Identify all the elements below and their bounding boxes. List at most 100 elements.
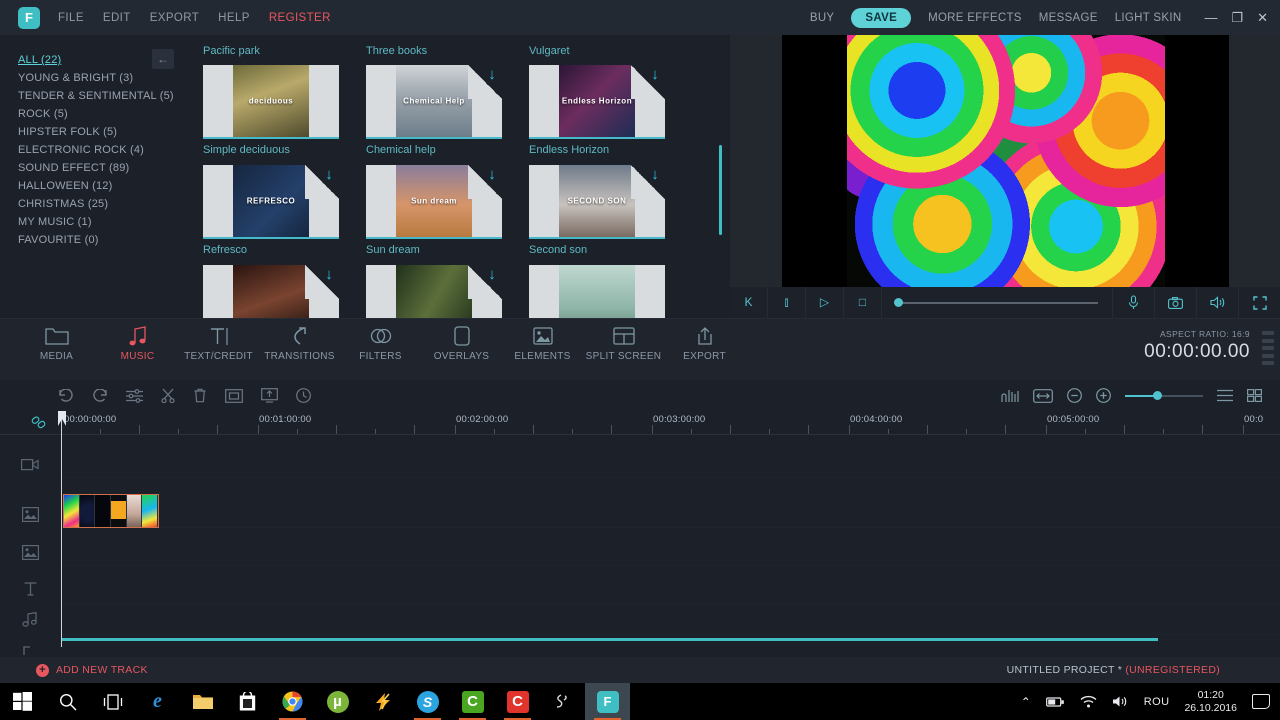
panel-resize-handle[interactable]	[1262, 331, 1274, 365]
music-thumbnail[interactable]	[529, 265, 665, 318]
download-icon[interactable]: ↓	[322, 167, 336, 183]
scrubber-handle[interactable]	[894, 298, 903, 307]
zoom-slider-handle[interactable]	[1153, 390, 1163, 400]
music-item[interactable]: ↓	[203, 265, 339, 318]
sidebar-item-favourite[interactable]: FAVOURITE (0)	[0, 231, 182, 249]
music-item[interactable]: Sun dream ↓ Sun dream	[366, 165, 502, 265]
save-button[interactable]: SAVE	[851, 7, 912, 28]
download-icon[interactable]: ↓	[485, 167, 499, 183]
playback-scrubber[interactable]	[882, 287, 1112, 318]
green-screen-icon[interactable]	[261, 388, 278, 403]
sidebar-item-tender-sentimental[interactable]: TENDER & SENTIMENTAL (5)	[0, 87, 182, 105]
buy-button[interactable]: BUY	[810, 12, 835, 24]
close-icon[interactable]: ✕	[1257, 11, 1268, 24]
tab-overlays[interactable]: OVERLAYS	[421, 325, 502, 362]
volume-icon[interactable]	[1112, 695, 1129, 708]
language-indicator[interactable]: ROU	[1144, 696, 1170, 708]
music-thumbnail[interactable]: ↓	[203, 265, 339, 318]
music-item[interactable]: SECOND SON ↓ Second son	[529, 165, 665, 265]
clock[interactable]: 01:20 26.10.2016	[1184, 689, 1237, 715]
music-item[interactable]: ↓	[366, 265, 502, 318]
music-thumbnail[interactable]: Sun dream ↓	[366, 165, 502, 239]
sidebar-item-hipster-folk[interactable]: HIPSTER FOLK (5)	[0, 123, 182, 141]
redo-icon[interactable]	[92, 388, 108, 403]
next-frame-button[interactable]: ⫾	[768, 287, 806, 318]
previous-frame-button[interactable]: K	[730, 287, 768, 318]
download-icon[interactable]: ↓	[485, 267, 499, 283]
collapse-sidebar-icon[interactable]: ←	[152, 49, 174, 69]
tab-split-screen[interactable]: SPLIT SCREEN	[583, 325, 664, 362]
task-view-button[interactable]	[90, 683, 135, 720]
timeline-clip[interactable]	[63, 494, 159, 528]
delete-trash-icon[interactable]	[193, 388, 207, 403]
sidebar-item-my-music[interactable]: MY MUSIC (1)	[0, 213, 182, 231]
music-item[interactable]: Chemical Help ↓ Chemical help	[366, 65, 502, 165]
message-button[interactable]: MESSAGE	[1039, 12, 1098, 24]
menu-item-file[interactable]: FILE	[58, 12, 84, 24]
skype-button[interactable]: S	[405, 683, 450, 720]
menu-item-edit[interactable]: EDIT	[103, 12, 131, 24]
tab-elements[interactable]: ELEMENTS	[502, 325, 583, 362]
notification-center-icon[interactable]	[1252, 694, 1270, 709]
menu-item-register[interactable]: REGISTER	[269, 12, 331, 24]
music-item[interactable]: deciduous Simple deciduous	[203, 65, 339, 165]
chrome-button[interactable]	[270, 683, 315, 720]
zoom-out-icon[interactable]	[1067, 388, 1082, 403]
more-effects-button[interactable]: MORE EFFECTS	[928, 12, 1022, 24]
track-lane-image-2[interactable]	[60, 528, 1280, 566]
link-icon[interactable]	[31, 415, 47, 430]
sidebar-item-halloween[interactable]: HALLOWEEN (12)	[0, 177, 182, 195]
utorrent-button[interactable]: µ	[315, 683, 360, 720]
music-thumbnail[interactable]: deciduous	[203, 65, 339, 139]
download-icon[interactable]: ↓	[648, 67, 662, 83]
grid-scrollbar[interactable]	[719, 145, 722, 235]
start-button[interactable]	[0, 683, 45, 720]
track-header-image-1[interactable]	[0, 495, 60, 533]
tab-music[interactable]: MUSIC	[97, 325, 178, 362]
c-app-button[interactable]: C	[495, 683, 540, 720]
tab-export[interactable]: EXPORT	[664, 325, 745, 362]
settings-sliders-icon[interactable]	[126, 388, 143, 403]
mic-icon[interactable]	[1112, 287, 1154, 318]
sidebar-item-sound-effect[interactable]: SOUND EFFECT (89)	[0, 159, 182, 177]
track-header-image-2[interactable]	[0, 533, 60, 571]
camtasia-button[interactable]: C	[450, 683, 495, 720]
duration-clock-icon[interactable]	[296, 388, 311, 403]
lightning-app-button[interactable]	[360, 683, 405, 720]
fullscreen-icon[interactable]	[1238, 287, 1280, 318]
play-button[interactable]: ▷	[806, 287, 844, 318]
track-lane-video[interactable]	[60, 440, 1280, 478]
show-hidden-icons-icon[interactable]: ⌃	[1021, 695, 1031, 709]
light-skin-button[interactable]: LIGHT SKIN	[1115, 12, 1182, 24]
undo-icon[interactable]	[58, 388, 74, 403]
download-icon[interactable]: ↓	[648, 167, 662, 183]
filmora-button[interactable]: F	[585, 683, 630, 720]
music-item[interactable]: Endless Horizon ↓ Endless Horizon	[529, 65, 665, 165]
add-new-track-button[interactable]: + ADD NEW TRACK	[36, 663, 148, 677]
edge-button[interactable]: e	[135, 683, 180, 720]
video-canvas[interactable]	[782, 35, 1229, 287]
music-thumbnail[interactable]: ↓	[366, 265, 502, 318]
search-button[interactable]	[45, 683, 90, 720]
music-thumbnail[interactable]: SECOND SON ↓	[529, 165, 665, 239]
battery-icon[interactable]	[1045, 696, 1065, 708]
music-thumbnail[interactable]: Chemical Help ↓	[366, 65, 502, 139]
tab-transitions[interactable]: TRANSITIONS	[259, 325, 340, 362]
music-thumbnail[interactable]: REFRESCO ↓	[203, 165, 339, 239]
cut-scissors-icon[interactable]	[161, 388, 175, 403]
download-icon[interactable]: ↓	[485, 67, 499, 83]
swish-app-button[interactable]	[540, 683, 585, 720]
music-thumbnail[interactable]: Endless Horizon ↓	[529, 65, 665, 139]
tab-filters[interactable]: FILTERS	[340, 325, 421, 362]
track-lane-image-1[interactable]	[60, 490, 1280, 528]
music-item[interactable]	[529, 265, 665, 318]
track-header-video[interactable]	[0, 445, 60, 483]
menu-item-help[interactable]: HELP	[218, 12, 250, 24]
file-explorer-button[interactable]	[180, 683, 225, 720]
grid-view-icon[interactable]	[1247, 389, 1262, 402]
fit-timeline-icon[interactable]	[1033, 388, 1053, 403]
sidebar-item-young-bright[interactable]: YOUNG & BRIGHT (3)	[0, 69, 182, 87]
wifi-icon[interactable]	[1080, 695, 1097, 708]
tab-media[interactable]: MEDIA	[16, 325, 97, 362]
camera-icon[interactable]	[1154, 287, 1196, 318]
